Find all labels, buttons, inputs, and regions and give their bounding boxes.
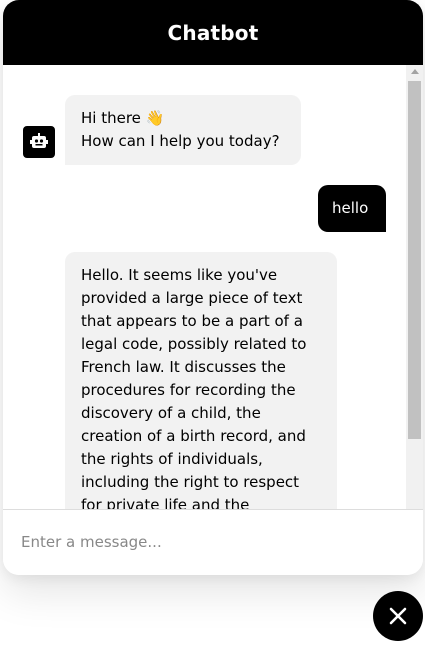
message-text: hello bbox=[318, 185, 386, 232]
chat-input-area bbox=[3, 509, 423, 575]
chatbot-title: Chatbot bbox=[167, 20, 259, 45]
message-text: Hello. It seems like you've provided a l… bbox=[65, 252, 337, 509]
chat-scrollbar[interactable] bbox=[406, 65, 423, 509]
robot-icon bbox=[23, 126, 55, 158]
chatbot-close-button[interactable] bbox=[373, 591, 423, 641]
close-icon bbox=[388, 606, 408, 626]
chatbot-window: Chatbot Hi there 👋 How can I help you to… bbox=[3, 0, 423, 575]
chat-messages[interactable]: Hi there 👋 How can I help you today? hel… bbox=[3, 65, 406, 509]
chatbot-header: Chatbot bbox=[3, 0, 423, 65]
scrollbar-thumb[interactable] bbox=[408, 81, 421, 439]
message-input[interactable] bbox=[21, 510, 401, 574]
message-text: Hi there 👋 How can I help you today? bbox=[65, 95, 301, 165]
scroll-up-arrow-icon[interactable] bbox=[411, 69, 419, 74]
